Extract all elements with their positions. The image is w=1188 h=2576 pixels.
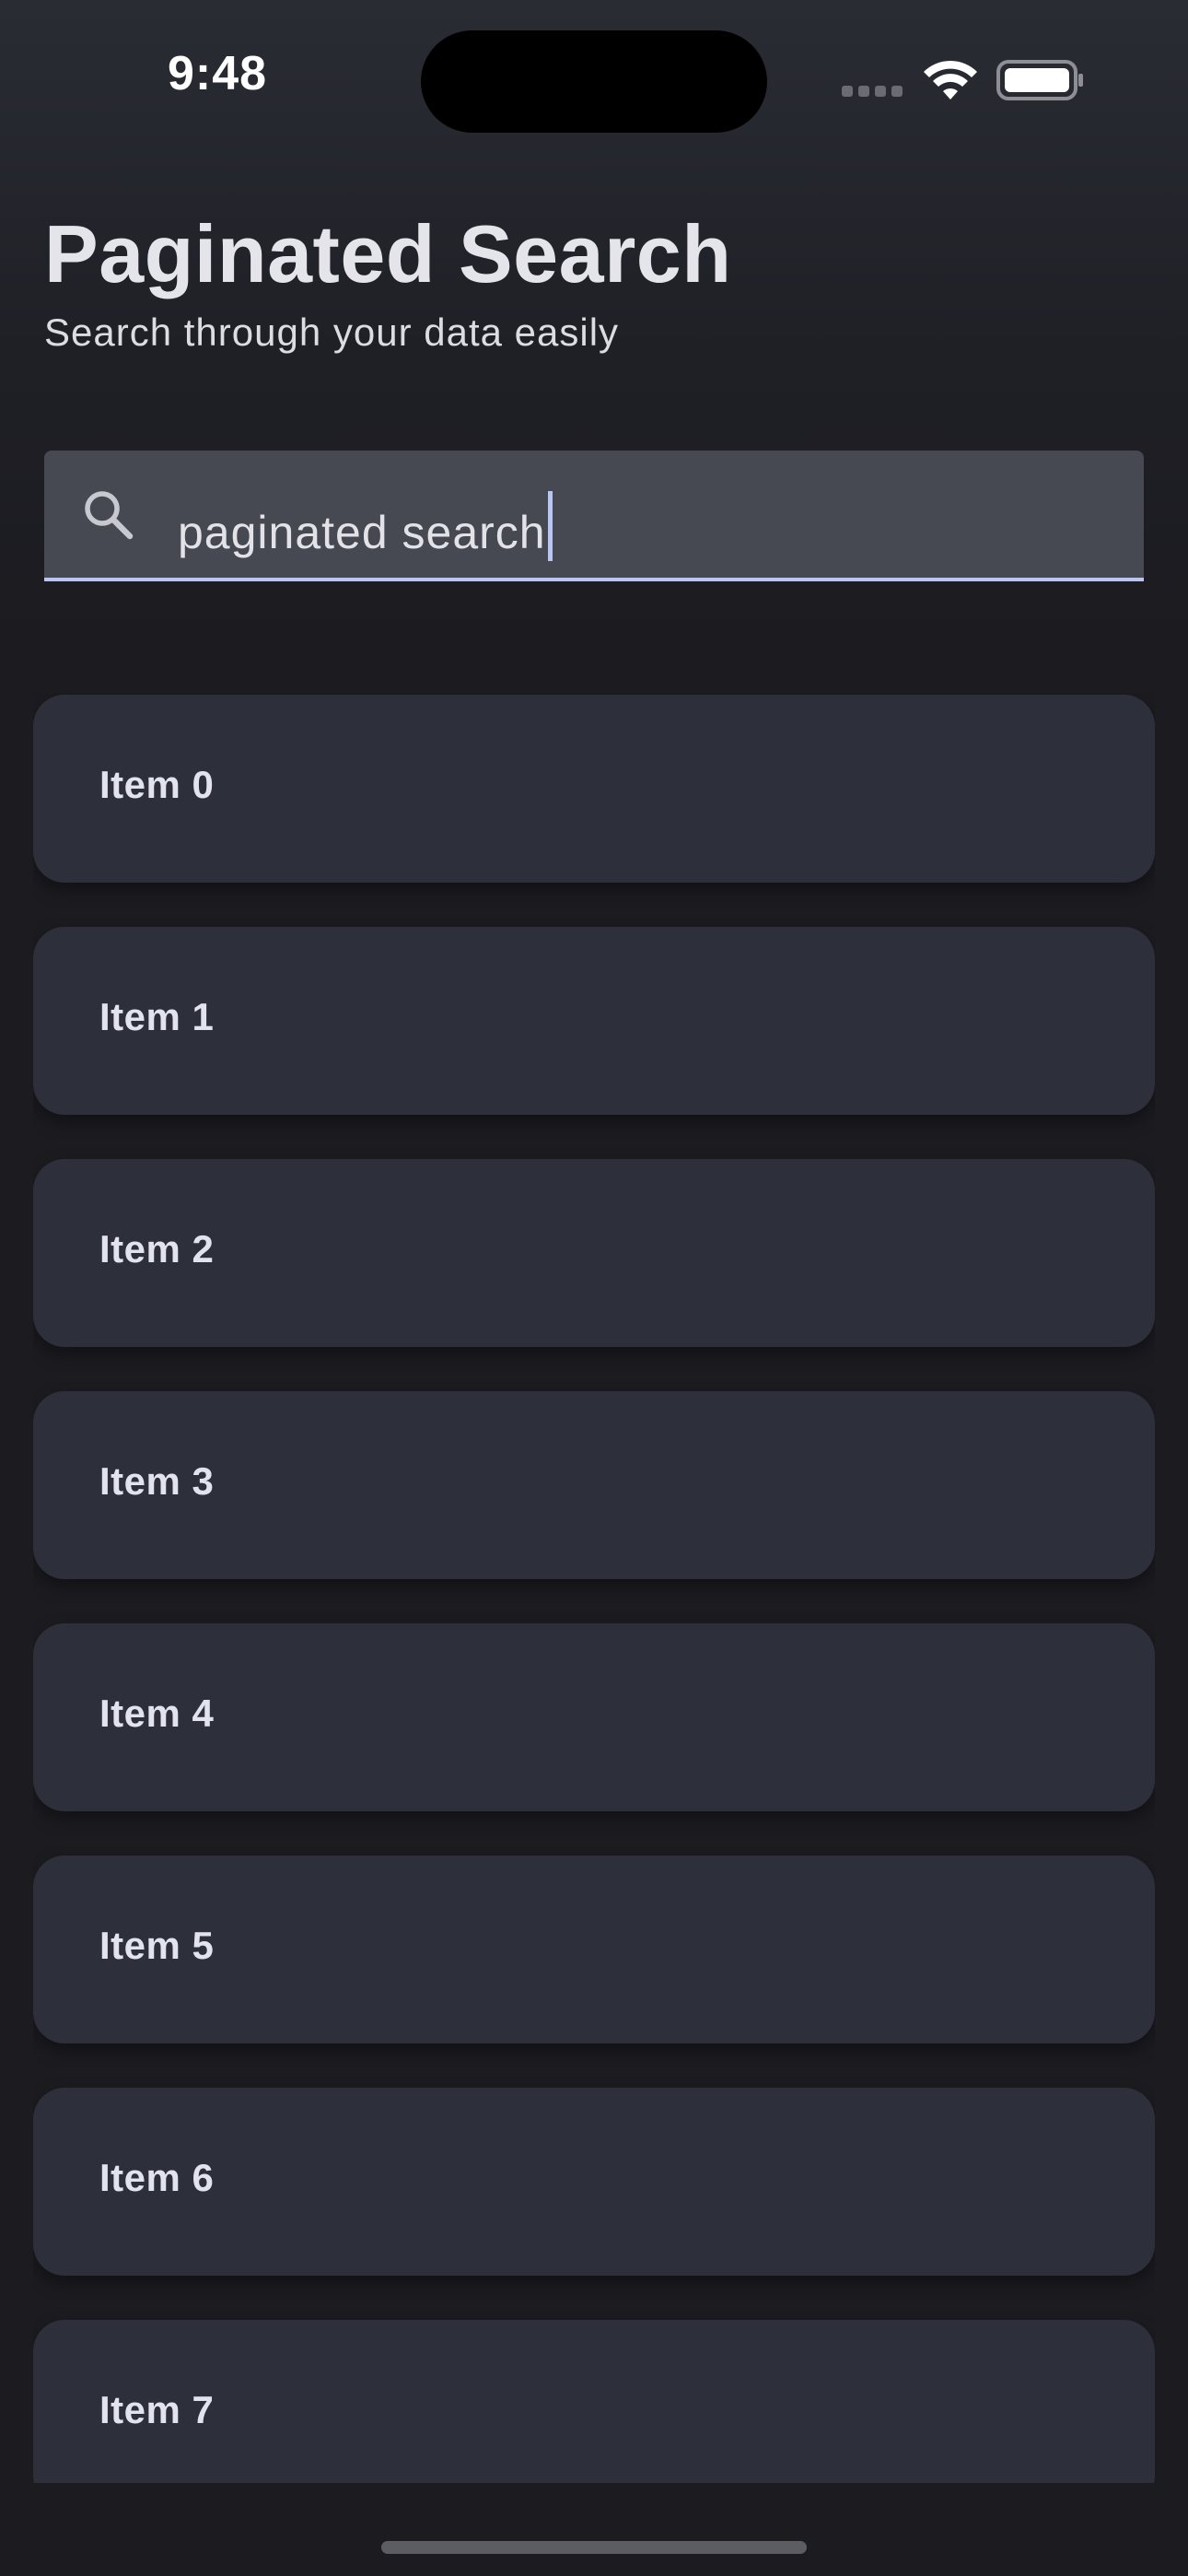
list-item[interactable]: Item 6 [33,2088,1155,2276]
page-title: Paginated Search [44,208,732,299]
signal-icon [842,86,904,97]
page-subtitle: Search through your data easily [44,310,620,354]
list-item-label: Item 6 [99,2156,215,2199]
list-item[interactable]: Item 1 [33,927,1155,1115]
wifi-icon [924,60,977,100]
list-item-label: Item 1 [99,995,215,1038]
dynamic-island [421,30,767,133]
search-input[interactable]: paginated search [44,451,1144,581]
list-item-label: Item 4 [99,1692,215,1735]
search-icon [85,491,134,540]
list-item-label: Item 0 [99,763,215,806]
text-cursor [547,491,553,561]
results-list[interactable]: Item 0 Item 1 Item 2 Item 3 Item 4 Item … [33,693,1155,2483]
list-item[interactable]: Item 3 [33,1391,1155,1579]
list-item[interactable]: Item 7 [33,2320,1155,2483]
search-input-value: paginated search [178,491,553,561]
list-item[interactable]: Item 4 [33,1623,1155,1811]
list-item[interactable]: Item 2 [33,1159,1155,1347]
list-item-label: Item 3 [99,1459,215,1503]
battery-icon [996,60,1083,100]
status-time: 9:48 [168,47,268,100]
list-item-label: Item 5 [99,1924,215,1967]
list-item[interactable]: Item 0 [33,695,1155,883]
list-item[interactable]: Item 5 [33,1856,1155,2043]
home-indicator[interactable] [381,2541,807,2554]
search-query-text: paginated search [178,507,546,558]
list-item-label: Item 2 [99,1227,215,1270]
app-screen: 9:48 Paginated Search Search through you… [0,0,1188,2576]
list-item-label: Item 7 [99,2388,215,2431]
